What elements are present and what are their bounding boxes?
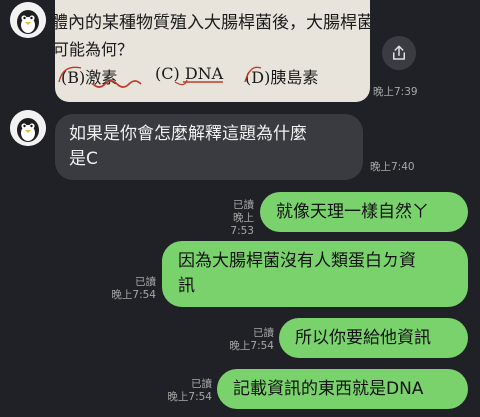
message-text: 所以你要給他資訊 bbox=[295, 327, 431, 348]
photo-text-line-2: 可能為何？ bbox=[55, 40, 134, 59]
read-label: 已讀 bbox=[135, 276, 156, 288]
contact-avatar[interactable] bbox=[10, 110, 46, 146]
message-text: 記載資訊的東西就是DNA bbox=[233, 378, 424, 399]
photo-message[interactable]: 體內的某種物質殖入大腸桿菌後，大腸桿菌 可能為何？ (B)激素 (C) DNA … bbox=[55, 0, 370, 102]
timestamp: 晚上7:54 bbox=[111, 289, 156, 301]
read-label: 已讀 bbox=[191, 378, 212, 390]
message-line: 是C bbox=[69, 149, 98, 169]
timestamp: 晚上7:40 bbox=[370, 161, 415, 173]
timestamp: 晚上7:39 bbox=[373, 86, 418, 98]
incoming-message[interactable]: 如果是你會怎麼解釋這題為什麼 是C bbox=[55, 114, 363, 180]
read-receipt: 已讀 晚上7:54 bbox=[156, 378, 212, 404]
message-line: 如果是你會怎麼解釋這題為什麼 bbox=[69, 124, 307, 144]
read-receipt: 已讀 晚上7:54 bbox=[218, 327, 274, 353]
timestamp: 晚上7:54 bbox=[167, 391, 212, 403]
timestamp: 晚上7:54 bbox=[229, 340, 274, 352]
penguin-avatar-icon bbox=[10, 2, 46, 38]
share-button[interactable] bbox=[382, 36, 416, 70]
message-line: 訊 bbox=[178, 276, 195, 296]
photo-text-line-1: 體內的某種物質殖入大腸桿菌後，大腸桿菌 bbox=[55, 13, 370, 33]
read-receipt: 已讀 晚上7:53 bbox=[210, 199, 254, 238]
message-line: 因為大腸桿菌沒有人類蛋白ㄉ資 bbox=[178, 251, 416, 271]
read-label: 已讀 bbox=[233, 199, 254, 211]
outgoing-message[interactable]: 所以你要給他資訊 bbox=[279, 318, 468, 358]
outgoing-message[interactable]: 就像天理一樣自然ㄚ bbox=[260, 192, 468, 232]
outgoing-message[interactable]: 因為大腸桿菌沒有人類蛋白ㄉ資 訊 bbox=[162, 241, 468, 307]
read-receipt: 已讀 晚上7:54 bbox=[100, 276, 156, 302]
contact-avatar[interactable] bbox=[10, 2, 46, 38]
handwritten-marks bbox=[58, 66, 262, 88]
timestamp: 晚上7:53 bbox=[230, 212, 254, 237]
message-text: 就像天理一樣自然ㄚ bbox=[276, 201, 429, 222]
share-icon bbox=[393, 45, 405, 60]
outgoing-message[interactable]: 記載資訊的東西就是DNA bbox=[217, 369, 468, 409]
read-label: 已讀 bbox=[253, 327, 274, 339]
penguin-avatar-icon bbox=[10, 110, 46, 146]
